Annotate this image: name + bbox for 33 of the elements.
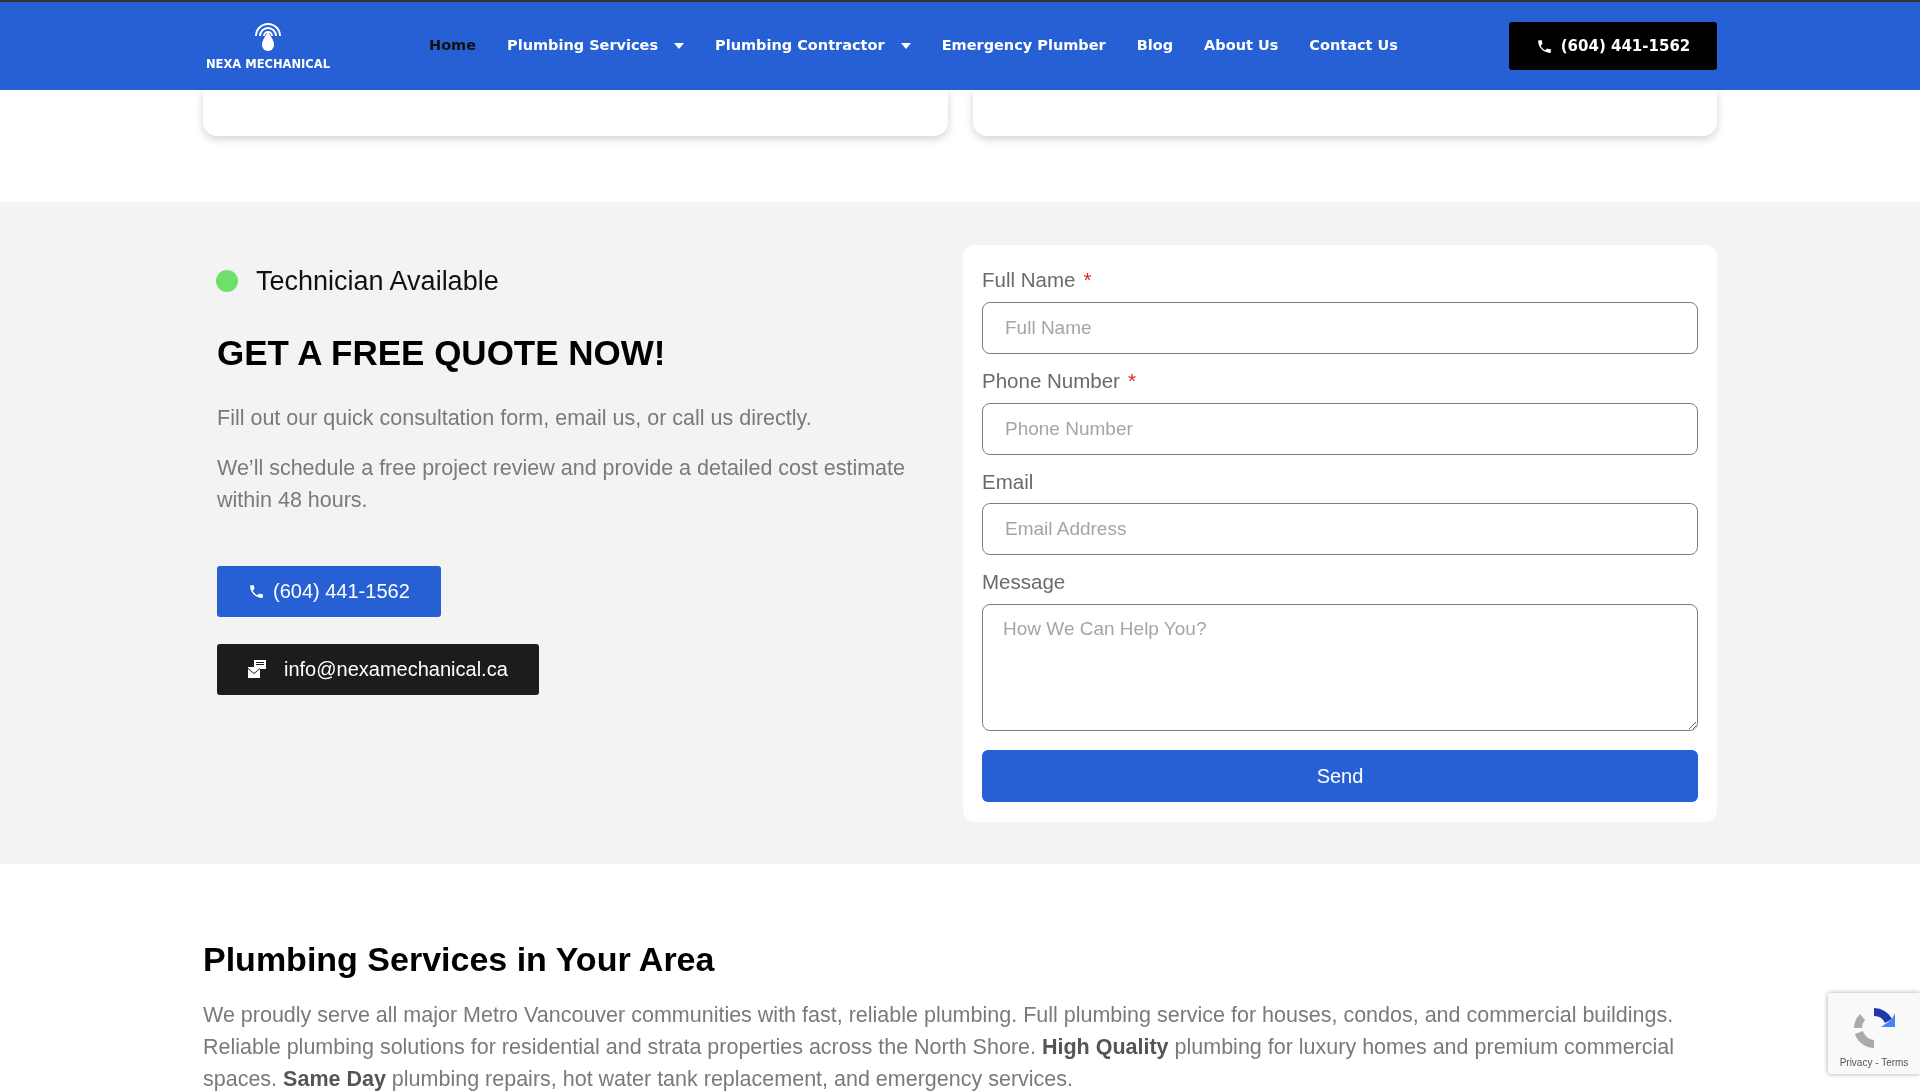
input-field[interactable]: Full Name [982, 301, 1698, 354]
phone-icon [248, 582, 265, 600]
input-field[interactable]: Phone Number [982, 402, 1698, 455]
paragraph: Fill out our quick consultation form, email us, or call us directly. [217, 404, 813, 432]
status-label: Technician Available [256, 265, 499, 298]
mail-icon [248, 660, 268, 678]
field-label: Phone Number [982, 367, 1120, 394]
nav-link[interactable]: Plumbing Services [507, 35, 685, 57]
privacy-terms-link[interactable]: Privacy - Terms [1839, 1055, 1909, 1070]
nav-link[interactable]: Plumbing Contractor [715, 35, 911, 57]
field-label: Message [982, 569, 1066, 596]
nav-link[interactable]: Contact Us [1309, 35, 1398, 57]
phone-button[interactable]: (604) 441-1562 [217, 565, 441, 617]
paragraph: We’ll schedule a free project review and provide a detailed cost estimate within 48 hours. [217, 454, 906, 514]
field-label: Email [982, 468, 1034, 495]
section-heading: GET A FREE QUOTE NOW! [217, 331, 667, 374]
phone-icon [1535, 37, 1553, 55]
nav-link[interactable]: Blog [1136, 35, 1174, 57]
required-mark: * [1083, 267, 1092, 293]
nav-link[interactable]: Home [429, 35, 477, 57]
section-heading: Plumbing Services in Your Area [203, 939, 716, 980]
input-field[interactable]: Email Address [982, 503, 1698, 556]
nav-link[interactable]: About Us [1204, 35, 1279, 57]
message-field[interactable]: How We Can Help You? [982, 604, 1698, 731]
send-button[interactable]: Send [982, 750, 1698, 802]
recaptcha-icon [1851, 1005, 1897, 1051]
required-mark: * [1127, 367, 1136, 394]
phone-button[interactable]: (604) 441-1562 [1509, 22, 1717, 70]
field-label: Full Name [982, 267, 1076, 293]
logo-text: NEXA MECHANICAL [205, 56, 331, 74]
paragraph: We proudly serve all major Metro Vancouver communities with fast, reliable plumbing. Full plumbing service for houses, condos, and commercial buildings. Reliable plumbing solutions for residential and strata properties across the North Shore. High Quality plumbing for luxury homes and premium commercial spaces. Same Day plumbing repairs, hot water tank replacement, and emergency services. [203, 1001, 1676, 1092]
email-button[interactable]: info@nexamechanical.ca [217, 643, 539, 695]
nav-link[interactable]: Emergency Plumber [941, 35, 1106, 57]
